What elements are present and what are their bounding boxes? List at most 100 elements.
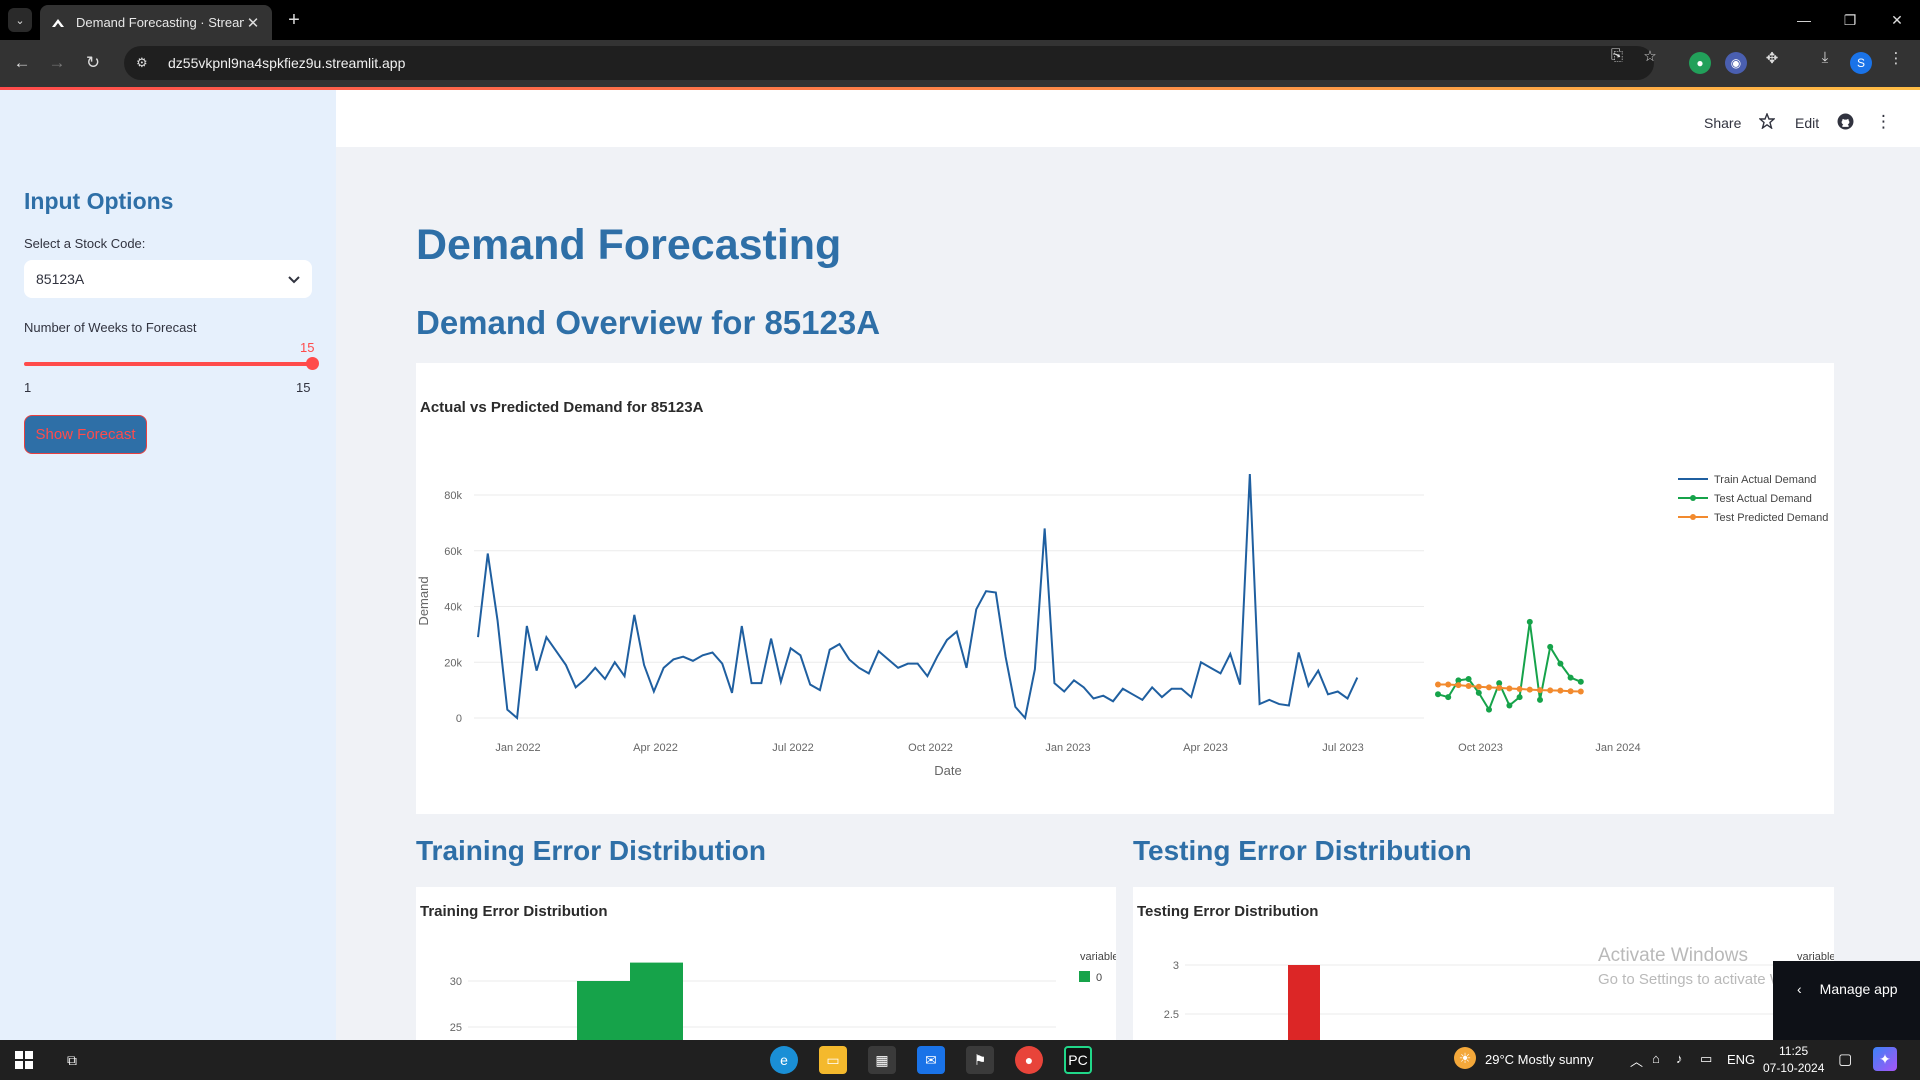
test-predicted-point: [1516, 686, 1523, 693]
site-info-icon[interactable]: ⚙: [136, 55, 156, 71]
restore-icon[interactable]: ❐: [1838, 8, 1862, 32]
tab-close-icon[interactable]: ✕: [244, 14, 262, 32]
extensions-puzzle-icon[interactable]: ✥: [1761, 49, 1783, 67]
sidebar-title: Input Options: [24, 188, 174, 214]
test-predicted-point: [1455, 682, 1462, 689]
browser-tab-bar: ⌄ Demand Forecasting · Streamlit ✕ + — ❐…: [0, 0, 1920, 40]
test-actual-point: [1475, 689, 1482, 696]
stock-code-label: Select a Stock Code:: [24, 236, 146, 251]
downloads-icon[interactable]: ⤓: [1814, 49, 1836, 66]
legend-label: Test Predicted Demand: [1714, 512, 1828, 524]
test-actual-point: [1465, 675, 1472, 682]
windows-taskbar: ⧉ e ▭ ▦ ✉ ⚑ ● PC ☀ 29°C Mostly sunny ︿ ⌂…: [0, 1040, 1920, 1080]
edge-icon[interactable]: e: [770, 1046, 798, 1074]
app-header: Share Edit ⋮: [336, 90, 1920, 147]
weeks-slider-value: 15: [300, 340, 315, 355]
y-tick-label: 20k: [444, 657, 462, 669]
legend-marker: [1690, 495, 1696, 501]
bookmark-star-icon[interactable]: ☆: [1639, 47, 1661, 65]
manage-app-button[interactable]: ‹ Manage app: [1773, 961, 1920, 1040]
app-menu-icon[interactable]: ⋮: [1875, 112, 1892, 132]
histogram-bar: [1288, 965, 1320, 1047]
star-icon[interactable]: [1758, 112, 1776, 132]
weeks-slider-min: 1: [24, 380, 32, 395]
y-tick-label: 2.5: [1164, 1009, 1179, 1021]
extension-green-icon[interactable]: ●: [1689, 52, 1711, 74]
test-actual-point: [1577, 678, 1584, 685]
edit-button[interactable]: Edit: [1795, 115, 1819, 131]
weather-icon[interactable]: ☀: [1454, 1047, 1476, 1069]
tab-search-button[interactable]: ⌄: [8, 8, 32, 32]
weeks-slider-thumb[interactable]: [306, 357, 319, 370]
share-button[interactable]: Share: [1704, 115, 1741, 131]
forward-icon[interactable]: →: [44, 50, 70, 76]
histogram-bar: [630, 962, 683, 1047]
sidebar: Input Options Select a Stock Code: 85123…: [0, 90, 336, 1040]
test-predicted-point: [1465, 682, 1472, 689]
x-tick-label: Jan 2024: [1595, 742, 1640, 754]
window-close-icon[interactable]: ✕: [1885, 8, 1909, 32]
test-actual-point: [1486, 706, 1492, 713]
profile-avatar[interactable]: S: [1850, 52, 1872, 74]
install-app-icon[interactable]: ⎘: [1606, 47, 1628, 64]
battery-icon[interactable]: ▭: [1700, 1051, 1712, 1067]
mail-icon[interactable]: ✉: [917, 1046, 945, 1074]
y-axis-title: Demand: [416, 576, 431, 625]
github-icon[interactable]: [1837, 113, 1854, 133]
y-tick-label: 3: [1173, 960, 1179, 972]
page-title: Demand Forecasting: [416, 221, 842, 269]
test-actual-point: [1445, 694, 1452, 701]
new-tab-button[interactable]: +: [282, 8, 306, 32]
copilot-icon[interactable]: ✦: [1873, 1047, 1897, 1071]
volume-icon[interactable]: ♪: [1676, 1051, 1683, 1066]
test-actual-point: [1435, 691, 1441, 698]
weeks-slider-track[interactable]: [24, 362, 312, 366]
back-icon[interactable]: ←: [9, 50, 35, 76]
y-tick-label: 25: [450, 1022, 462, 1034]
minimize-icon[interactable]: —: [1792, 8, 1816, 32]
test-actual-point: [1516, 694, 1523, 701]
extension-blue-icon[interactable]: ◉: [1725, 52, 1747, 74]
notifications-icon[interactable]: ▢: [1838, 1050, 1852, 1068]
browser-tab-active[interactable]: Demand Forecasting · Streamlit ✕: [40, 5, 272, 40]
language-indicator[interactable]: ENG: [1727, 1052, 1755, 1067]
store-icon[interactable]: ▦: [868, 1046, 896, 1074]
network-icon[interactable]: ⌂: [1652, 1051, 1660, 1066]
browser-menu-icon[interactable]: ⋮: [1885, 49, 1907, 67]
histogram-bar: [577, 981, 630, 1047]
activate-windows-title: Activate Windows: [1598, 945, 1748, 966]
stock-code-value: 85123A: [36, 271, 85, 287]
reload-icon[interactable]: ↻: [80, 50, 106, 76]
testing-error-histogram: 32.5variable0: [1164, 951, 1834, 1047]
x-tick-label: Jan 2023: [1045, 742, 1090, 754]
main-content: Demand Forecasting Demand Overview for 8…: [336, 147, 1920, 1047]
address-bar[interactable]: ⚙ dz55vkpnl9na4spkfiez9u.streamlit.app: [124, 46, 1654, 80]
clock-time[interactable]: 11:25: [1779, 1044, 1808, 1058]
test-actual-point: [1567, 674, 1574, 681]
tray-chevron-icon[interactable]: ︿: [1630, 1051, 1643, 1070]
y-tick-label: 0: [456, 713, 462, 725]
stock-code-select[interactable]: 85123A: [24, 260, 312, 298]
demand-chart-card: Actual vs Predicted Demand for 85123A 02…: [416, 363, 1834, 814]
show-forecast-button[interactable]: Show Forecast: [24, 415, 147, 454]
test-predicted-point: [1435, 681, 1441, 688]
manage-app-label: Manage app: [1819, 981, 1898, 997]
legend-label: Test Actual Demand: [1714, 493, 1812, 505]
task-view-icon[interactable]: ⧉: [58, 1046, 86, 1074]
file-explorer-icon[interactable]: ▭: [819, 1046, 847, 1074]
clock-date[interactable]: 07-10-2024: [1763, 1061, 1824, 1075]
chevron-down-icon: [288, 271, 300, 287]
chrome-icon[interactable]: ●: [1015, 1046, 1043, 1074]
chevron-left-icon: ‹: [1797, 981, 1802, 997]
training-error-card: Training Error Distribution 30 25 variable…: [416, 887, 1116, 1047]
windows-start-icon[interactable]: [10, 1046, 38, 1074]
app-icon[interactable]: ⚑: [966, 1046, 994, 1074]
weather-text[interactable]: 29°C Mostly sunny: [1485, 1052, 1594, 1067]
overview-heading: Demand Overview for 85123A: [416, 304, 881, 341]
y-tick-label: 40k: [444, 602, 462, 614]
pycharm-icon[interactable]: PC: [1064, 1046, 1092, 1074]
training-error-histogram: 30 25 variable 0: [450, 951, 1116, 1047]
training-heading: Training Error Distribution: [416, 835, 767, 866]
test-predicted-point: [1557, 687, 1564, 694]
url-text: dz55vkpnl9na4spkfiez9u.streamlit.app: [168, 55, 406, 71]
